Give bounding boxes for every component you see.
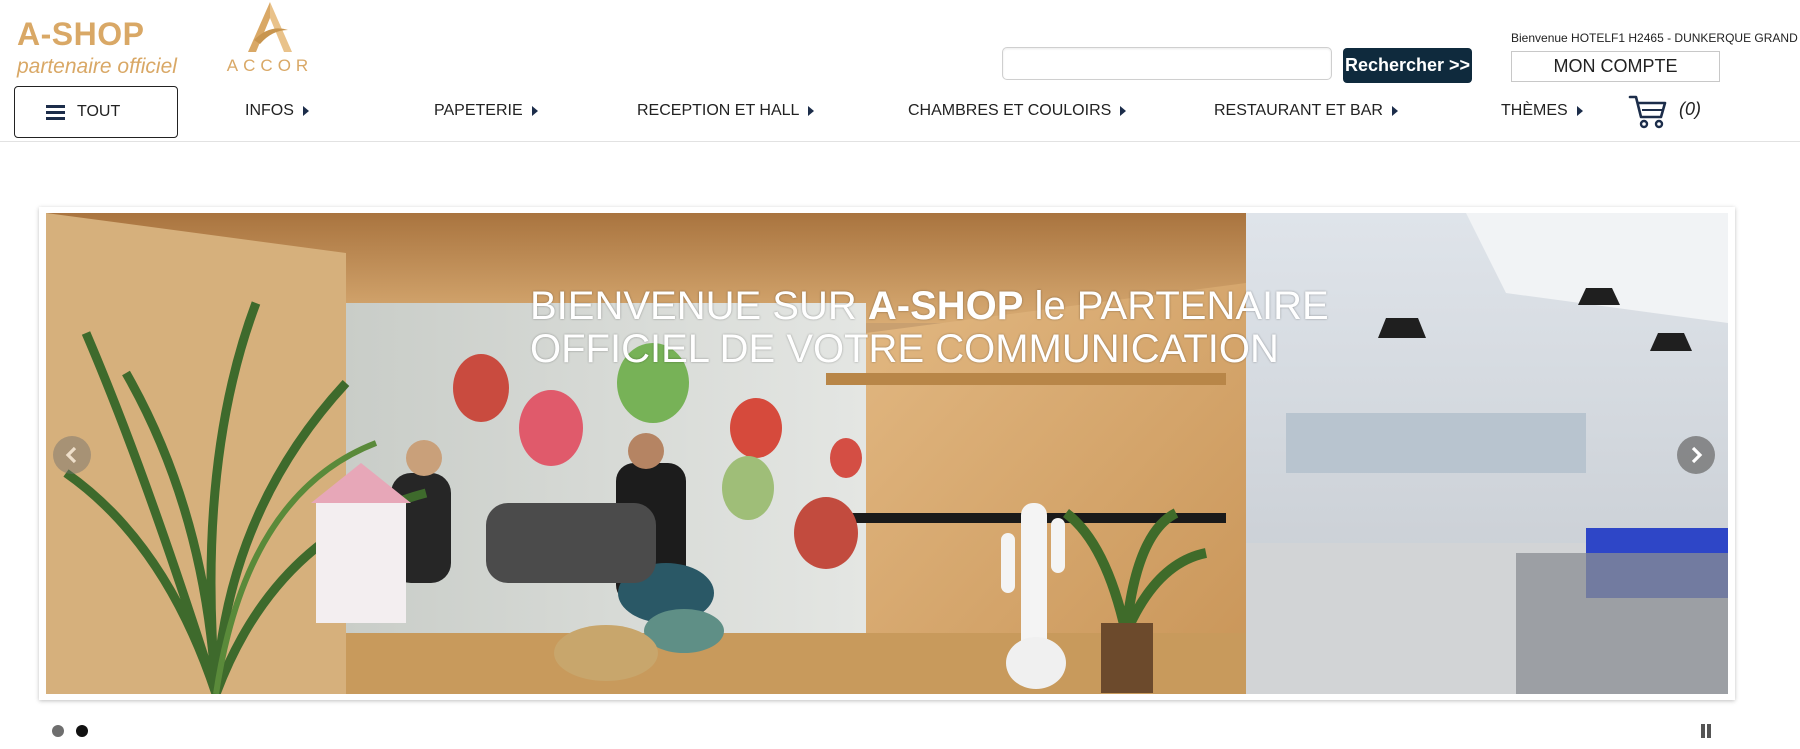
- header-divider: [0, 141, 1800, 142]
- brand-tagline: partenaire officiel: [17, 55, 177, 78]
- accor-wordmark: ACCOR: [226, 56, 314, 75]
- search-button[interactable]: Rechercher >>: [1343, 48, 1472, 83]
- nav-item-label: INFOS: [245, 102, 294, 119]
- hero-caption-line-1: BIENVENUE SUR A-SHOP le PARTENAIRE: [530, 284, 1329, 328]
- cart-count: (0): [1679, 99, 1701, 119]
- caret-right-icon: [808, 106, 815, 116]
- hero-slide[interactable]: BIENVENUE SUR A-SHOP le PARTENAIRE OFFIC…: [46, 213, 1728, 694]
- slider-prev-button[interactable]: [53, 436, 91, 474]
- nav-item-label: RECEPTION ET HALL: [637, 102, 800, 119]
- nav-item-papeterie[interactable]: PAPETERIE: [434, 99, 538, 123]
- hero-caption-line-2: OFFICIEL DE VOTRE COMMUNICATION: [530, 327, 1279, 371]
- slider-dot-1[interactable]: [52, 725, 64, 737]
- nav-item-label: PAPETERIE: [434, 102, 523, 119]
- chevron-left-icon: [65, 446, 77, 464]
- all-categories-label: TOUT: [77, 103, 121, 120]
- nav-item-label: CHAMBRES ET COULOIRS: [908, 102, 1112, 119]
- chevron-right-icon: [1691, 446, 1703, 464]
- accor-logo: ACCOR: [220, 0, 320, 80]
- brand-name: A-SHOP: [17, 16, 145, 52]
- hamburger-icon: [46, 104, 65, 120]
- welcome-message: Bienvenue HOTELF1 H2465 - DUNKERQUE GRAN…: [1511, 31, 1798, 45]
- all-categories-button[interactable]: TOUT: [14, 86, 178, 138]
- nav-item-restaurant-et-bar[interactable]: RESTAURANT ET BAR: [1214, 99, 1398, 123]
- search-input[interactable]: [1002, 47, 1332, 80]
- nav-item-label: RESTAURANT ET BAR: [1214, 102, 1383, 119]
- nav-item-reception-et-hall[interactable]: RECEPTION ET HALL: [637, 99, 815, 123]
- slider-next-button[interactable]: [1677, 436, 1715, 474]
- slider-dot-2[interactable]: [76, 725, 88, 737]
- nav-item-chambres-et-couloirs[interactable]: CHAMBRES ET COULOIRS: [908, 99, 1127, 123]
- accor-emblem-icon: [248, 2, 292, 52]
- brand-logo[interactable]: A-SHOP partenaire officiel: [17, 18, 177, 77]
- caret-right-icon: [1120, 106, 1127, 116]
- caret-right-icon: [531, 106, 538, 116]
- caret-right-icon: [1576, 106, 1583, 116]
- cart-icon: [1628, 95, 1667, 129]
- hero-caption: BIENVENUE SUR A-SHOP le PARTENAIRE OFFIC…: [530, 285, 1430, 371]
- pause-button[interactable]: [1700, 724, 1712, 738]
- caret-right-icon: [1391, 106, 1398, 116]
- nav-item-label: THÈMES: [1501, 102, 1568, 119]
- slider-pagination: [52, 725, 88, 737]
- nav-item-themes[interactable]: THÈMES: [1501, 99, 1583, 123]
- cart-button[interactable]: [1628, 93, 1668, 129]
- caret-right-icon: [302, 106, 309, 116]
- account-button[interactable]: MON COMPTE: [1511, 51, 1720, 82]
- nav-item-infos[interactable]: INFOS: [245, 99, 309, 123]
